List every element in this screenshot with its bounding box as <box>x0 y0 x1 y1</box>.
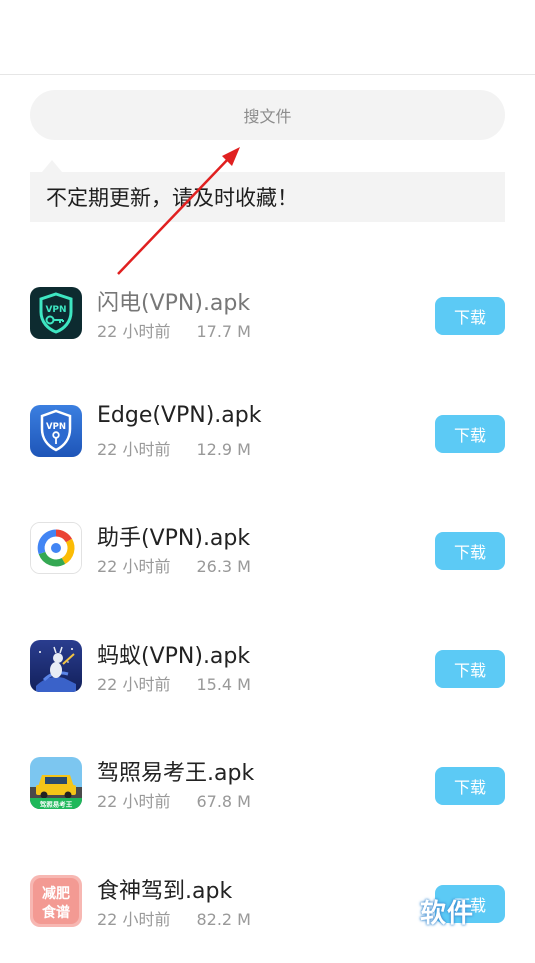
file-name: 闪电(VPN).apk <box>97 291 251 316</box>
watermark-text: 软件 <box>420 899 475 929</box>
file-time: 22 小时前 <box>97 792 171 812</box>
file-time: 22 小时前 <box>97 674 171 694</box>
file-size: 12.9 M <box>196 439 251 459</box>
icon-vpn-text: VPN <box>46 422 66 432</box>
file-size: 17.7 M <box>196 322 251 341</box>
update-notice-banner: 不定期更新，请及时收藏！ <box>30 172 505 222</box>
file-time: 22 小时前 <box>97 322 171 341</box>
file-meta: 22 小时前 15.4 M <box>97 671 251 695</box>
top-bar <box>0 0 535 75</box>
icon-shishen-text-bottom: 食谱 <box>42 904 70 921</box>
icon-shishen-text-top: 减肥 <box>42 885 70 902</box>
vpn-shield-key-icon: VPN <box>30 287 82 339</box>
list-item[interactable]: 蚂蚁(VPN).apk 22 小时前 15.4 M 下载 <box>0 610 535 728</box>
file-meta: 22 小时前 82.2 M <box>97 906 251 930</box>
update-notice-text: 不定期更新，请及时收藏！ <box>46 186 298 210</box>
file-list: VPN 闪电(VPN).apk 22 小时前 17.7 M 下载 VPN Edg… <box>0 257 535 963</box>
vpn-shield-blue-icon: VPN <box>30 404 82 457</box>
file-size: 67.8 M <box>196 792 251 812</box>
file-time: 22 小时前 <box>97 439 171 459</box>
icon-vpn-text: VPN <box>45 305 66 315</box>
file-size: 15.4 M <box>196 674 251 694</box>
list-item[interactable]: VPN 闪电(VPN).apk 22 小时前 17.7 M 下载 <box>0 257 535 375</box>
download-button[interactable]: 下载 <box>435 767 505 806</box>
download-button[interactable]: 下载 <box>435 532 505 571</box>
search-placeholder: 搜文件 <box>243 107 292 126</box>
list-item[interactable]: 驾照易考王 驾照易考王.apk 22 小时前 67.8 M 下载 <box>0 727 535 845</box>
file-size: 26.3 M <box>196 557 251 577</box>
file-time: 22 小时前 <box>97 557 171 577</box>
ant-rocket-icon <box>30 639 82 692</box>
file-name: 蚂蚁(VPN).apk <box>97 643 251 669</box>
file-name: 驾照易考王.apk <box>97 761 255 787</box>
file-name: 助手(VPN).apk <box>97 526 251 552</box>
file-meta: 22 小时前 12.9 M <box>97 436 251 460</box>
icon-jiazhao-text: 驾照易考王 <box>40 800 73 809</box>
colorful-ring-icon <box>30 522 82 575</box>
file-name: 食神驾到.apk <box>97 878 233 904</box>
tip-bubble-tail <box>42 160 62 172</box>
list-item[interactable]: VPN Edge(VPN).apk 22 小时前 12.9 M 下载 <box>0 375 535 493</box>
file-meta: 22 小时前 26.3 M <box>97 553 251 577</box>
file-size: 82.2 M <box>196 909 251 929</box>
file-time: 22 小时前 <box>97 909 171 929</box>
taxi-car-icon: 驾照易考王 <box>30 757 82 810</box>
file-meta: 22 小时前 17.7 M <box>97 318 251 342</box>
file-meta: 22 小时前 67.8 M <box>97 788 251 812</box>
download-button[interactable]: 下载 <box>435 414 505 453</box>
search-input[interactable]: 搜文件 <box>30 90 505 140</box>
file-name: Edge(VPN).apk <box>97 402 262 428</box>
download-button[interactable]: 下载 <box>435 297 505 335</box>
list-item[interactable]: 助手(VPN).apk 22 小时前 26.3 M 下载 <box>0 492 535 610</box>
download-button[interactable]: 下载 <box>435 649 505 688</box>
diet-recipe-icon: 减肥 食谱 <box>30 874 82 927</box>
